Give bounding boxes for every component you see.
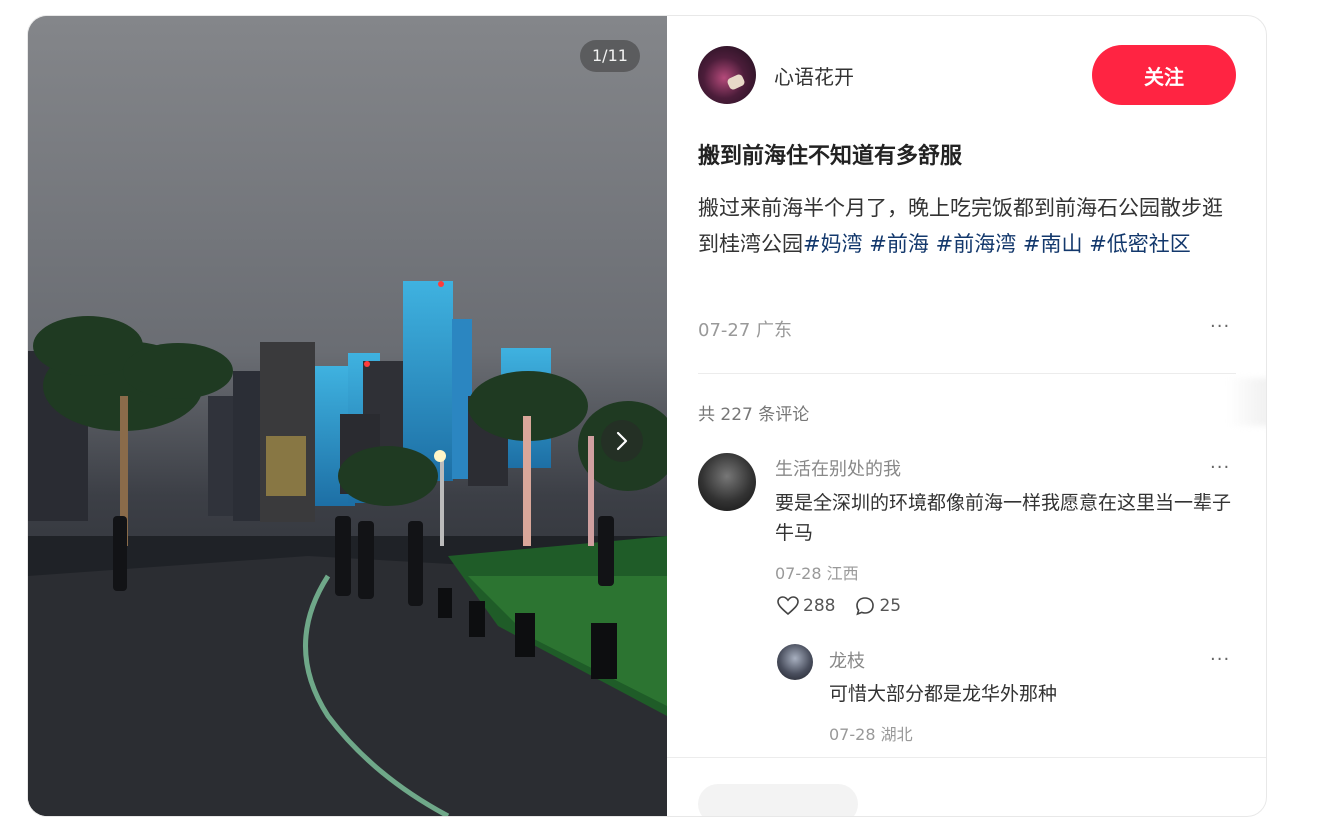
like-count: 288 xyxy=(803,596,836,616)
reply-text: 可惜大部分都是龙华外那种 xyxy=(829,683,1058,705)
reply-more-button[interactable]: ··· xyxy=(1210,649,1230,670)
note-card: 1/11 心语花开 关注 搬到前海住不知道有多舒服 搬过来前海半个月了，晚上吃完… xyxy=(27,15,1267,817)
author-name[interactable]: 心语花开 xyxy=(774,61,854,90)
reply-avatar[interactable] xyxy=(777,644,813,680)
like-button[interactable]: 288 xyxy=(777,596,835,616)
chevron-right-icon xyxy=(616,431,628,451)
comment-date: 07-28 xyxy=(775,564,822,583)
image-counter: 1/11 xyxy=(580,40,640,72)
comment-text: 要是全深圳的环境都像前海一样我愿意在这里当一辈子牛马 xyxy=(775,492,1232,544)
note-description: 搬过来前海半个月了，晚上吃完饭都到前海石公园散步逛到桂湾公园#妈湾 #前海 #前… xyxy=(698,190,1243,262)
reply-location: 湖北 xyxy=(880,725,913,744)
chat-bubble-icon xyxy=(856,597,875,616)
reply-button[interactable]: 25 xyxy=(855,596,901,616)
reply-meta: 07-28 湖北 xyxy=(829,721,913,745)
hashtag[interactable]: #南山 xyxy=(1023,232,1083,256)
heart-icon xyxy=(777,596,799,616)
hashtag[interactable]: #妈湾 xyxy=(803,232,863,256)
comment-actions: 288 25 xyxy=(777,596,921,616)
author-info[interactable]: 心语花开 xyxy=(698,46,854,104)
note-image-carousel[interactable]: 1/11 xyxy=(28,16,667,816)
note-detail-panel: 心语花开 关注 搬到前海住不知道有多舒服 搬过来前海半个月了，晚上吃完饭都到前海… xyxy=(667,16,1266,816)
author-avatar[interactable] xyxy=(698,46,756,104)
comment-input[interactable] xyxy=(698,784,858,816)
comment-more-button[interactable]: ··· xyxy=(1210,457,1230,478)
next-image-button[interactable] xyxy=(601,420,643,462)
commenter-avatar[interactable] xyxy=(698,453,756,511)
note-location: 广东 xyxy=(756,320,793,341)
reply-user-name[interactable]: 龙枝 xyxy=(829,647,865,673)
night-cityscape-photo xyxy=(28,16,667,816)
hashtag[interactable]: #前海 xyxy=(869,232,929,256)
comment-location: 江西 xyxy=(826,564,859,583)
comment-count: 共 227 条评论 xyxy=(698,405,810,425)
blurred-overlay xyxy=(1227,378,1266,426)
divider xyxy=(698,373,1236,374)
follow-button[interactable]: 关注 xyxy=(1092,45,1236,105)
hashtag[interactable]: #前海湾 xyxy=(936,232,1017,256)
reply-date: 07-28 xyxy=(829,725,876,744)
note-date: 07-27 xyxy=(698,320,751,341)
note-more-button[interactable]: ··· xyxy=(1210,316,1230,337)
divider xyxy=(667,757,1266,758)
hashtag[interactable]: #低密社区 xyxy=(1089,232,1191,256)
commenter-name[interactable]: 生活在别处的我 xyxy=(775,455,901,481)
note-meta: 07-27 广东 xyxy=(698,316,792,342)
comment-meta: 07-28 江西 xyxy=(775,560,859,584)
note-title: 搬到前海住不知道有多舒服 xyxy=(698,144,963,169)
reply-count: 25 xyxy=(879,596,902,616)
